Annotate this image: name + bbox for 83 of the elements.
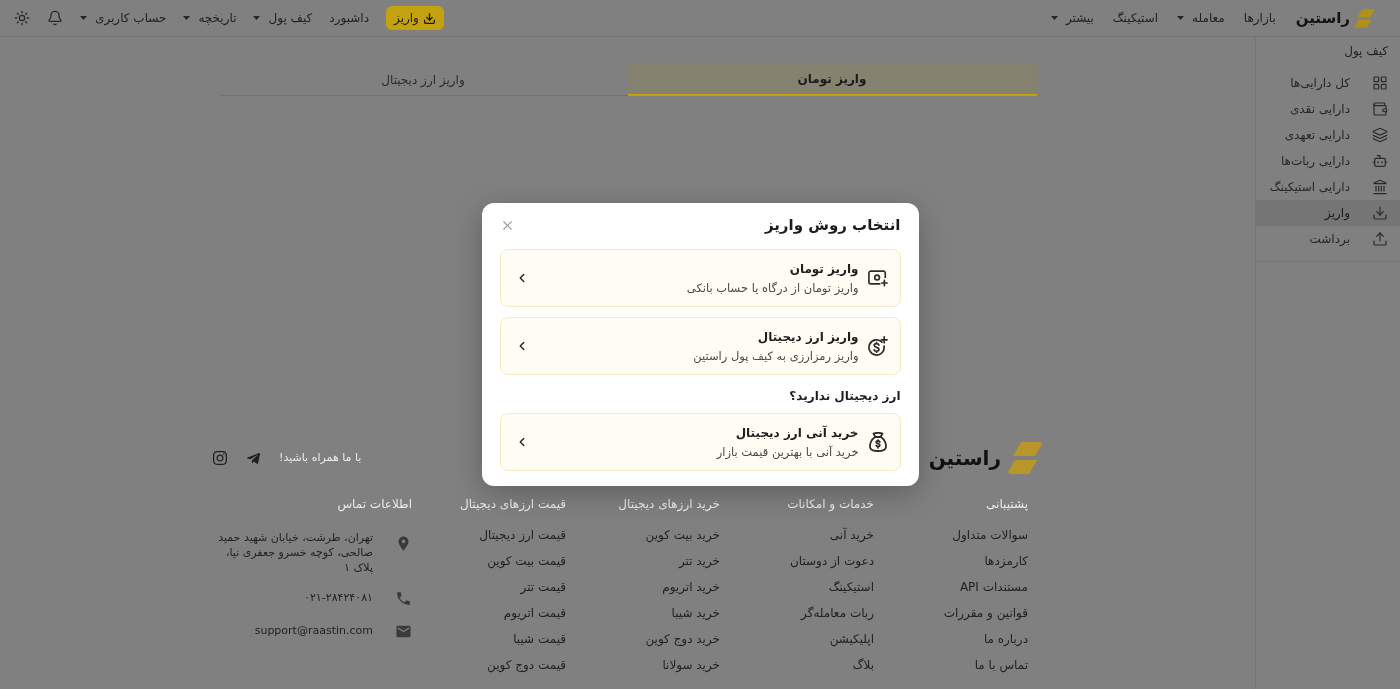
deposit-option-card[interactable]: خرید آنی ارز دیجیتال خرید آنی با بهترین قیمت بازار — [499, 413, 901, 471]
telegram-icon[interactable] — [246, 450, 261, 466]
nav-link[interactable]: حساب کاربری — [80, 10, 167, 26]
footer-link[interactable]: خرید شیبا — [671, 605, 720, 621]
dialog-title: انتخاب روش واریز — [764, 215, 901, 235]
sidebar-item[interactable]: دارایی استیکینگ — [1256, 174, 1400, 200]
cash-plus-icon — [867, 268, 888, 288]
option-title: واریز تومان — [788, 260, 859, 277]
section-heading: ارز دیجیتال ندارید؟ — [788, 388, 901, 404]
footer-link[interactable]: قیمت بیت کوین — [487, 553, 566, 569]
footer-link[interactable]: سوالات متداول — [952, 527, 1028, 543]
footer-column-heading: خرید ارزهای دیجیتال — [618, 496, 720, 512]
footer-column-heading: پشتیبانی — [986, 496, 1028, 512]
footer-link[interactable]: خرید اتریوم — [662, 579, 720, 595]
option-description: واریز تومان از درگاه یا حساب بانکی — [686, 279, 859, 296]
footer-link[interactable]: قیمت تتر — [520, 579, 566, 595]
option-title: خرید آنی ارز دیجیتال — [734, 424, 859, 441]
layers-icon — [1372, 127, 1388, 143]
sun-icon[interactable] — [14, 10, 30, 26]
download-icon — [422, 11, 436, 25]
footer-link[interactable]: کارمزدها — [984, 553, 1028, 569]
footer-link[interactable]: خرید تتر — [678, 553, 720, 569]
nav-link[interactable]: معامله — [1177, 10, 1225, 26]
sidebar-item[interactable]: کل دارایی‌ها — [1256, 70, 1400, 96]
sidebar-item[interactable]: واریز — [1256, 200, 1400, 226]
footer-link[interactable]: قیمت شیبا — [513, 631, 566, 647]
footer-link[interactable]: خرید سولانا — [662, 657, 720, 673]
footer-link[interactable]: خرید دوج کوین — [645, 631, 720, 647]
dollar-coin-plus-icon — [867, 336, 888, 356]
footer-link[interactable]: اپلیکیشن — [829, 631, 874, 647]
option-description: واریز رمزارزی به کیف پول راستین — [693, 347, 859, 364]
nav-link[interactable]: بازارها — [1243, 10, 1276, 26]
nav-link[interactable]: داشبورد — [329, 10, 369, 26]
grid-icon — [1372, 75, 1388, 91]
footer-column-heading: خدمات و امکانات — [787, 496, 874, 512]
nav-link[interactable]: بیشتر — [1050, 10, 1094, 26]
nav-link[interactable]: استیکینگ — [1112, 10, 1159, 26]
footer-link[interactable]: خرید بیت کوین — [645, 527, 720, 543]
footer-link[interactable]: بلاگ — [852, 657, 874, 673]
money-bag-icon — [867, 432, 888, 452]
notification-bell-icon[interactable] — [47, 10, 63, 26]
sidebar-title: کیف پول — [1343, 43, 1388, 59]
bank-icon — [1372, 179, 1388, 195]
email-link[interactable]: support@raastin.com — [254, 622, 373, 640]
download-icon — [1372, 205, 1388, 221]
tab[interactable]: واریز ارز دیجیتال — [218, 64, 628, 96]
sidebar-item[interactable]: دارایی ربات‌ها — [1256, 148, 1400, 174]
footer-link[interactable]: مستندات API — [959, 579, 1028, 595]
logo-mark-icon — [1007, 440, 1043, 476]
phone-icon — [395, 589, 412, 607]
footer-link[interactable]: استیکینگ — [828, 579, 874, 595]
robot-icon — [1372, 153, 1388, 169]
footer-link[interactable]: قیمت ارز دیجیتال — [479, 527, 566, 543]
deposit-button[interactable]: واریز — [386, 6, 444, 30]
footer-link[interactable]: ربات معامله‌گر — [801, 605, 874, 621]
footer-link[interactable]: درباره ما — [983, 631, 1028, 647]
phone-number: ۰۲۱-۲۸۴۲۴۰۸۱ — [304, 589, 373, 606]
option-title: واریز ارز دیجیتال — [756, 328, 859, 345]
footer-link[interactable]: تماس با ما — [974, 657, 1028, 673]
wallet-icon — [1372, 101, 1388, 117]
address-text: تهران، طرشت، خیابان شهید حمید صالحی، کوچه خسرو جعفری نیا، پلاک ۱ — [217, 530, 373, 575]
deposit-option-card[interactable]: واریز ارز دیجیتال واریز رمزارزی به کیف پول راستین — [499, 317, 901, 375]
tab[interactable]: واریز تومان — [627, 64, 1037, 96]
footer-link[interactable]: قوانین و مقررات — [943, 605, 1028, 621]
deposit-option-card[interactable]: واریز تومان واریز تومان از درگاه یا حساب بانکی — [499, 249, 901, 307]
nav-link[interactable]: تاریخچه — [183, 10, 237, 26]
sidebar-item[interactable]: دارایی تعهدی — [1256, 122, 1400, 148]
footer-logo[interactable]: راستین — [928, 440, 1043, 476]
instagram-icon[interactable] — [212, 450, 228, 466]
option-description: خرید آنی با بهترین قیمت بازار — [716, 443, 859, 460]
logo-mark-icon — [1354, 7, 1375, 29]
nav-link[interactable]: کیف پول — [253, 10, 313, 26]
logo-link[interactable]: راستین — [1295, 7, 1375, 29]
footer-column-heading: قیمت ارزهای دیجیتال — [459, 496, 566, 512]
sidebar-item[interactable]: دارایی نقدی — [1256, 96, 1400, 122]
social-prompt: با ما همراه باشید! — [279, 449, 362, 466]
sidebar-item[interactable]: برداشت — [1256, 226, 1400, 252]
footer-link[interactable]: خرید آنی — [829, 527, 874, 543]
upload-icon — [1372, 231, 1388, 247]
footer-link[interactable]: قیمت دوج کوین — [487, 657, 566, 673]
footer-link[interactable]: دعوت از دوستان — [789, 553, 874, 569]
footer-link[interactable]: قیمت اتریوم — [503, 605, 566, 621]
footer-column-heading: اطلاعات تماس — [337, 496, 412, 512]
